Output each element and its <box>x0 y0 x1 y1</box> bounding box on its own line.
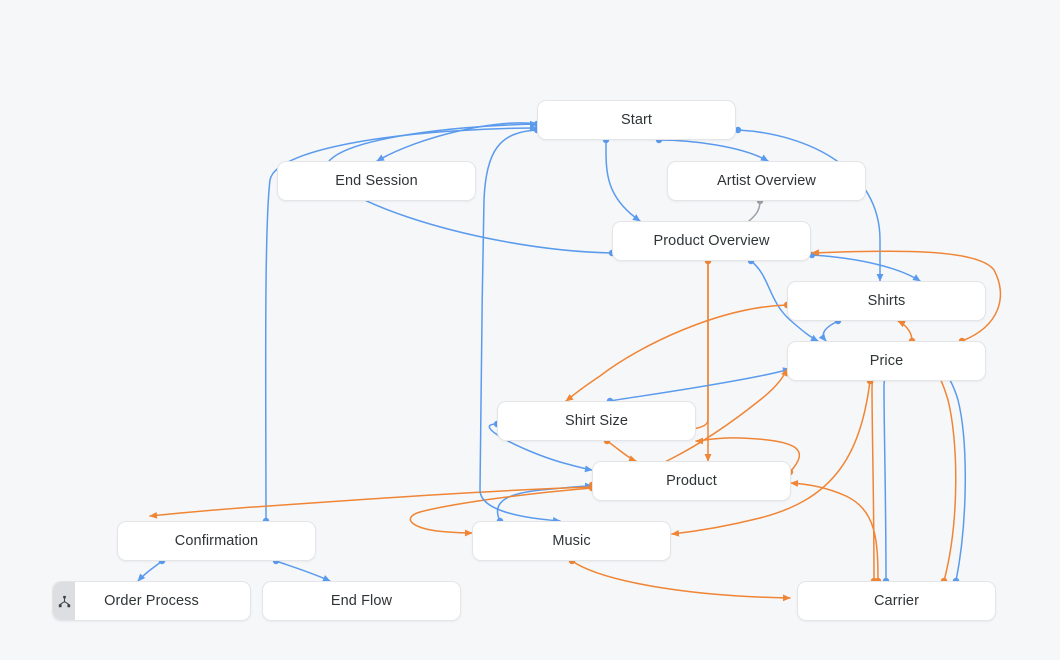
edge-path <box>659 140 768 161</box>
node-label: End Session <box>335 173 418 189</box>
flow-diagram-canvas[interactable]: Start End Session Artist Overview Product O… <box>0 0 1060 660</box>
node-start[interactable]: Start <box>537 100 736 140</box>
edge-path <box>884 369 888 581</box>
edge-path <box>942 369 965 581</box>
edge-path <box>150 487 592 516</box>
edge[interactable] <box>569 558 790 598</box>
edge-path <box>566 305 787 401</box>
edge[interactable] <box>497 486 592 524</box>
node-product[interactable]: Product <box>592 461 791 501</box>
edge[interactable] <box>934 369 956 584</box>
node-shirt-size[interactable]: Shirt Size <box>497 401 696 441</box>
node-confirmation[interactable]: Confirmation <box>117 521 316 561</box>
edge-layer <box>0 0 1060 660</box>
node-label: Product <box>666 473 717 489</box>
edge[interactable] <box>377 121 540 161</box>
node-label: Shirt Size <box>565 413 628 429</box>
edge-path <box>898 321 912 341</box>
edge[interactable] <box>480 127 560 521</box>
node-label: End Flow <box>331 593 392 609</box>
edge-path <box>377 123 537 161</box>
node-product-overview[interactable]: Product Overview <box>612 221 811 261</box>
sitemap-icon <box>53 582 75 620</box>
edge-path <box>497 486 592 521</box>
edge-path <box>872 369 880 581</box>
edge[interactable] <box>138 558 165 581</box>
edge[interactable] <box>656 137 768 161</box>
node-end-flow[interactable]: End Flow <box>262 581 461 621</box>
edge-path <box>610 369 790 401</box>
edge[interactable] <box>823 318 841 341</box>
edge[interactable] <box>705 258 711 461</box>
edge-path <box>276 561 330 581</box>
edge[interactable] <box>607 369 790 404</box>
node-price[interactable]: Price <box>787 341 986 381</box>
node-label: Music <box>552 533 590 549</box>
node-label: Shirts <box>868 293 906 309</box>
edge[interactable] <box>273 558 330 581</box>
edge-path <box>572 561 790 598</box>
node-end-session[interactable]: End Session <box>277 161 476 201</box>
edge-path <box>607 441 636 461</box>
node-label: Confirmation <box>175 533 258 549</box>
node-order-process[interactable]: Order Process <box>52 581 251 621</box>
edge[interactable] <box>883 369 889 584</box>
edge-path <box>823 321 838 341</box>
edge-path <box>791 483 878 581</box>
node-label: Product Overview <box>653 233 769 249</box>
node-label: Start <box>621 112 652 128</box>
node-label: Order Process <box>104 593 199 609</box>
edge-path <box>138 561 162 581</box>
edge[interactable] <box>603 137 640 221</box>
edge[interactable] <box>871 369 880 584</box>
edge[interactable] <box>566 302 790 401</box>
edge[interactable] <box>672 378 873 534</box>
edge[interactable] <box>604 438 636 461</box>
edge-path <box>934 369 956 581</box>
edge[interactable] <box>809 252 920 281</box>
node-artist-overview[interactable]: Artist Overview <box>667 161 866 201</box>
node-label: Price <box>870 353 904 369</box>
edge-path <box>480 130 560 521</box>
node-label: Artist Overview <box>717 173 816 189</box>
node-label: Carrier <box>874 593 919 609</box>
node-shirts[interactable]: Shirts <box>787 281 986 321</box>
node-carrier[interactable]: Carrier <box>797 581 996 621</box>
edge[interactable] <box>942 369 965 584</box>
edge-path <box>672 381 870 534</box>
edge-path <box>812 255 920 281</box>
edge-path <box>606 140 640 221</box>
edge[interactable] <box>150 484 595 516</box>
node-music[interactable]: Music <box>472 521 671 561</box>
edge[interactable] <box>791 483 881 584</box>
